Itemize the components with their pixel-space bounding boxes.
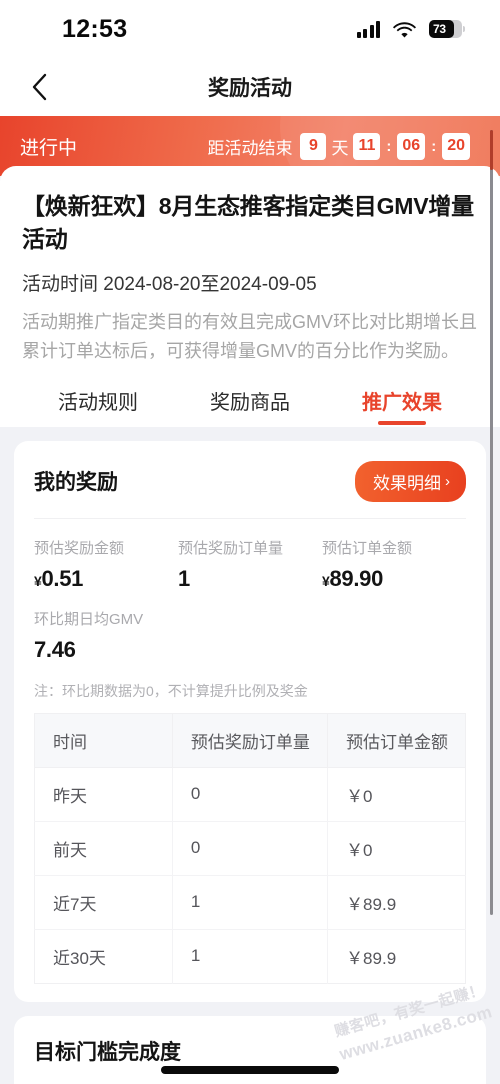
effect-detail-label: 效果明细: [373, 473, 441, 493]
activity-header-panel: 【焕新狂欢】8月生态推客指定类目GMV增量活动 活动时间 2024-08-20至…: [0, 166, 500, 427]
stat-number: 1: [178, 565, 190, 591]
stat-estimated-reward-amount: 预估奖励金额 ¥0.51: [34, 537, 178, 592]
page-scrollbar-thumb[interactable]: [490, 130, 493, 170]
stat-label: 预估奖励金额: [34, 539, 125, 557]
home-indicator: [161, 1066, 339, 1074]
content-area: 我的奖励 效果明细 › 预估奖励金额 ¥0.51 预估奖励订单量 1 预估订单金…: [0, 427, 500, 1084]
stat-daily-average-gmv: 环比期日均GMV 7.46: [34, 608, 466, 663]
status-bar-time: 12:53: [62, 14, 128, 43]
signal-bars-icon: [356, 20, 380, 38]
nav-bar: 奖励活动: [0, 58, 500, 116]
table-header-orders: 预估奖励订单量: [172, 713, 329, 768]
countdown-label: 距活动结束: [207, 138, 293, 158]
reward-note: 注：环比期数据为0，不计算提升比例及奖金: [34, 682, 308, 699]
battery-percent: 73: [433, 22, 446, 36]
table-row: 昨天 0 ￥0: [34, 767, 466, 822]
threshold-title: 目标门槛完成度: [34, 1040, 181, 1064]
cell-orders: 0: [172, 767, 329, 822]
currency-symbol: ¥: [34, 572, 42, 589]
stat-estimated-reward-orders: 预估奖励订单量 1: [178, 537, 322, 592]
table-header-amount: 预估订单金额: [327, 713, 466, 768]
currency-symbol: ¥: [322, 572, 330, 589]
countdown-days-unit: 天: [331, 138, 349, 158]
table-header-time: 时间: [34, 713, 173, 768]
cell-period: 昨天: [34, 767, 173, 822]
chevron-left-icon: [32, 73, 47, 101]
reward-stats-row-1: 预估奖励金额 ¥0.51 预估奖励订单量 1 预估订单金额 ¥89.90: [34, 519, 466, 592]
countdown-hours: 11: [353, 132, 381, 160]
countdown-sep-1: :: [386, 137, 392, 155]
status-bar: 12:53 73: [0, 0, 500, 58]
countdown-sep-2: :: [431, 137, 437, 155]
countdown-days: 9: [300, 132, 327, 160]
activity-time: 活动时间 2024-08-20至2024-09-05: [22, 274, 317, 296]
countdown-minutes: 06: [397, 132, 426, 160]
countdown-timer: 距活动结束 9 天 11 : 06 : 20: [207, 132, 480, 160]
stat-label: 环比期日均GMV: [34, 610, 144, 628]
my-reward-title: 我的奖励: [34, 471, 118, 495]
tab-promotion-effect[interactable]: 推广效果: [326, 386, 478, 427]
battery-icon: 73: [429, 20, 465, 38]
page-title: 奖励活动: [208, 77, 292, 100]
effect-detail-button[interactable]: 效果明细 ›: [355, 460, 466, 502]
table-row: 前天 0 ￥0: [34, 821, 466, 876]
table-row: 近7天 1 ￥89.9: [34, 875, 466, 930]
back-button[interactable]: [22, 70, 56, 104]
cell-amount: ￥0: [327, 821, 466, 876]
stat-label: 预估奖励订单量: [178, 539, 284, 557]
wifi-icon: [393, 21, 416, 38]
activity-title: 【焕新狂欢】8月生态推客指定类目GMV增量活动: [22, 193, 474, 252]
reward-stats-row-2: 环比期日均GMV 7.46: [34, 592, 466, 663]
page-scrollbar[interactable]: [490, 130, 493, 915]
stat-number: 89.90: [329, 565, 384, 591]
stat-label: 预估订单金额: [322, 539, 413, 557]
table-row: 近30天 1 ￥89.9: [34, 929, 466, 984]
reward-summary-table: 时间 预估奖励订单量 预估订单金额 昨天 0 ￥0 前天 0 ￥0 近7天 1 …: [34, 712, 466, 984]
table-header-row: 时间 预估奖励订单量 预估订单金额: [34, 713, 466, 768]
activity-description: 活动期推广指定类目的有效且完成GMV环比对比期增长且累计订单达标后，可获得增量G…: [22, 312, 477, 362]
tab-reward-products[interactable]: 奖励商品: [174, 386, 326, 427]
tab-bar: 活动规则 奖励商品 推广效果: [22, 365, 478, 427]
cell-period: 近7天: [34, 875, 173, 930]
stat-number: 0.51: [41, 565, 84, 591]
status-bar-icons: 73: [356, 20, 465, 38]
cell-orders: 1: [172, 875, 329, 930]
cell-amount: ￥89.9: [327, 875, 466, 930]
my-reward-card-header: 我的奖励 效果明细 ›: [34, 460, 466, 519]
tab-activity-rules[interactable]: 活动规则: [22, 386, 174, 427]
stat-estimated-order-amount: 预估订单金额 ¥89.90: [322, 537, 466, 592]
stat-number: 7.46: [34, 636, 76, 662]
countdown-seconds: 20: [442, 132, 470, 160]
cell-period: 近30天: [34, 929, 173, 984]
phone-screen: 12:53 73 奖励活动 进行中 距活动结束 9 天 11: 06: 20…: [0, 0, 500, 1084]
stat-value: ¥0.51: [34, 566, 178, 592]
stat-value: 1: [178, 566, 322, 592]
threshold-card-header: 目标门槛完成度: [34, 1036, 466, 1084]
cell-orders: 0: [172, 821, 329, 876]
stat-value: ¥89.90: [322, 566, 466, 592]
my-reward-card: 我的奖励 效果明细 › 预估奖励金额 ¥0.51 预估奖励订单量 1 预估订单金…: [14, 440, 486, 1002]
cell-orders: 1: [172, 929, 329, 984]
cell-amount: ￥0: [327, 767, 466, 822]
cell-amount: ￥89.9: [346, 948, 397, 968]
chevron-right-icon: ›: [445, 472, 450, 490]
cell-period: 前天: [34, 821, 173, 876]
activity-status-label: 进行中: [20, 137, 78, 159]
